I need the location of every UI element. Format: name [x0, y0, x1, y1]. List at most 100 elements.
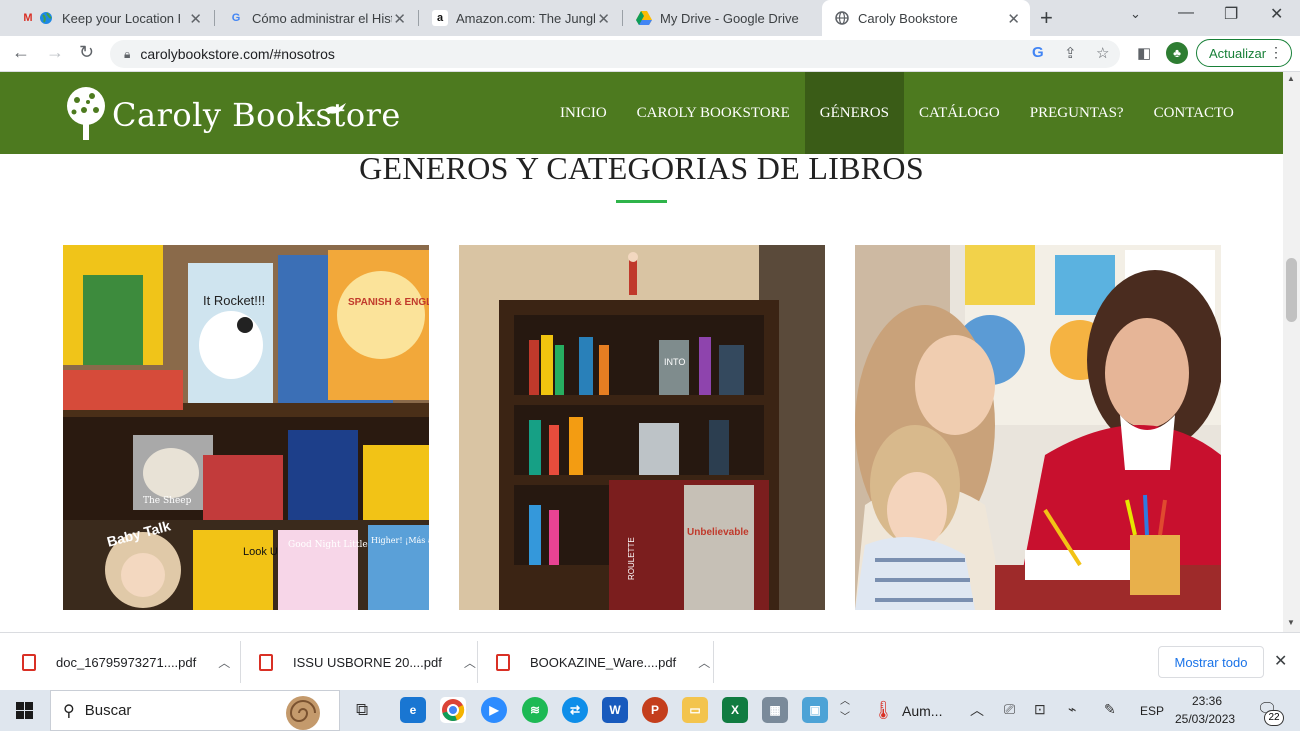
pen-icon[interactable]: ✎: [1104, 701, 1116, 718]
menu-item-contacto[interactable]: CONTACTO: [1139, 72, 1249, 154]
menu-dots-icon[interactable]: ⋮: [1269, 44, 1283, 61]
zoom-icon[interactable]: ▶: [481, 697, 507, 723]
close-window-icon[interactable]: ✕: [1270, 4, 1283, 24]
excel-icon[interactable]: X: [722, 697, 748, 723]
chevron-up-icon[interactable]: ︿: [218, 654, 230, 671]
scroll-thumb[interactable]: [1286, 258, 1297, 322]
shell-decoration-icon: [273, 693, 333, 735]
downloads-bar: doc_16795973271....pdf ︿ ISSU USBORNE 20…: [0, 632, 1300, 690]
menu-item-preguntas[interactable]: PREGUNTAS?: [1015, 72, 1139, 154]
chevron-up-icon[interactable]: ︿: [464, 654, 476, 671]
bird-icon: [324, 102, 348, 121]
update-button[interactable]: Actualizar ⋮: [1196, 39, 1292, 67]
book-label-sheep: The Sheep: [143, 496, 192, 506]
book-label-lookup: Look Up: [243, 546, 284, 558]
profile-avatar[interactable]: ♣: [1166, 42, 1188, 64]
minimize-icon[interactable]: —: [1178, 4, 1194, 22]
download-item[interactable]: BOOKAZINE_Ware....pdf ︿: [496, 641, 710, 683]
scroll-up-icon[interactable]: ▲: [1287, 74, 1295, 83]
download-item[interactable]: ISSU USBORNE 20....pdf ︿: [259, 641, 476, 683]
edge-icon[interactable]: e: [400, 697, 426, 723]
google-translate-icon[interactable]: G: [1032, 44, 1044, 61]
earth-icon: [38, 10, 54, 26]
display-icon[interactable]: ⊡: [1034, 701, 1046, 718]
close-tab-icon[interactable]: ✕: [597, 10, 610, 28]
chevron-up-icon[interactable]: ︿: [698, 654, 710, 671]
windows-start-icon[interactable]: [16, 702, 33, 724]
clock-date[interactable]: 25/03/2023: [1175, 712, 1235, 726]
book-label-roulette: ROULETTE: [627, 537, 636, 580]
clock-time[interactable]: 23:36: [1192, 694, 1222, 708]
calculator-icon[interactable]: ▦: [762, 697, 788, 723]
browser-tab-strip: M Keep your Location Hi ✕ G Cómo adminis…: [0, 0, 1300, 36]
book-label-words: SPANISH & ENGLISH WORDS: [348, 297, 429, 308]
remote-desktop-icon[interactable]: ▣: [802, 697, 828, 723]
book-label-rocket: It Rocket!!!: [203, 293, 265, 308]
google-icon: G: [231, 12, 241, 24]
teacher-and-child-image[interactable]: [855, 245, 1221, 610]
book-label-higher: Higher! ¡Más alto!: [371, 536, 429, 545]
taskbar-search-input[interactable]: ⚲ Buscar: [50, 690, 340, 731]
language-indicator[interactable]: ESP: [1140, 704, 1164, 718]
overflow-chevron-icon[interactable]: ︿ ﹀: [840, 694, 850, 726]
bookshelf-image[interactable]: INTO Unbelievable ROULETTE: [459, 245, 825, 610]
tab-search-chevron-icon[interactable]: ⌄: [1130, 6, 1141, 22]
menu-item-generos[interactable]: GÉNEROS: [804, 72, 904, 154]
spotify-icon[interactable]: ≋: [522, 697, 548, 723]
page-scrollbar[interactable]: ▲ ▼: [1283, 72, 1300, 632]
download-item[interactable]: doc_16795973271....pdf ︿: [22, 641, 230, 683]
url-text: carolybookstore.com/#nosotros: [140, 46, 335, 62]
tab-google-drive[interactable]: My Drive - Google Drive ✕: [624, 0, 824, 36]
main-menu: INICIO CAROLY BOOKSTORE GÉNEROS CATÁLOGO…: [545, 72, 1249, 154]
chrome-icon[interactable]: [440, 697, 466, 723]
close-tab-icon[interactable]: ✕: [393, 10, 406, 28]
word-icon[interactable]: W: [602, 697, 628, 723]
restore-icon[interactable]: ❐: [1224, 4, 1238, 24]
tab-gmail[interactable]: M Keep your Location Hi ✕: [8, 0, 212, 36]
lock-icon: 🔒︎: [124, 46, 131, 61]
gmail-icon: M: [23, 12, 33, 24]
close-tab-icon[interactable]: ✕: [189, 10, 202, 28]
bookmark-star-icon[interactable]: ☆: [1096, 44, 1109, 62]
reload-icon[interactable]: ↻: [79, 42, 94, 63]
powerpoint-icon[interactable]: P: [642, 697, 668, 723]
side-panel-icon[interactable]: ◧: [1137, 44, 1151, 62]
menu-item-caroly-bookstore[interactable]: CAROLY BOOKSTORE: [622, 72, 805, 154]
pdf-file-icon: [22, 653, 36, 671]
logo-text: Caroly Bookstore: [112, 96, 401, 134]
menu-item-inicio[interactable]: INICIO: [545, 72, 622, 154]
book-label-unbelievable: Unbelievable: [687, 527, 749, 538]
file-explorer-icon[interactable]: ▭: [682, 697, 708, 723]
network-icon[interactable]: ⌁: [1068, 701, 1076, 718]
search-icon: ⚲: [63, 702, 75, 720]
show-all-downloads-button[interactable]: Mostrar todo: [1158, 646, 1264, 678]
teamviewer-icon[interactable]: ⇄: [562, 697, 588, 723]
back-icon[interactable]: ←: [12, 42, 30, 63]
forward-icon[interactable]: →: [46, 42, 64, 63]
tab-caroly-bookstore[interactable]: Caroly Bookstore ✕: [822, 0, 1030, 36]
globe-icon: [834, 10, 850, 26]
close-downloads-icon[interactable]: ✕: [1274, 651, 1287, 671]
title-underline: [616, 200, 667, 203]
tab-google-history[interactable]: G Cómo administrar el Histo ✕: [216, 0, 416, 36]
tree-logo-icon: [62, 86, 110, 144]
share-icon[interactable]: ⇪: [1064, 44, 1077, 62]
menu-item-catalogo[interactable]: CATÁLOGO: [904, 72, 1015, 154]
pdf-file-icon: [496, 653, 510, 671]
address-bar[interactable]: 🔒︎ carolybookstore.com/#nosotros: [110, 40, 1120, 68]
close-tab-icon[interactable]: ✕: [1007, 10, 1020, 28]
browser-toolbar: ← → ↻ 🔒︎ carolybookstore.com/#nosotros G…: [0, 36, 1300, 72]
meet-now-icon[interactable]: ⎚: [1004, 701, 1015, 718]
new-tab-icon[interactable]: +: [1040, 5, 1053, 31]
scroll-down-icon[interactable]: ▼: [1287, 618, 1295, 627]
weather-thermometer-icon: 🌡︎: [872, 700, 895, 720]
task-view-icon[interactable]: ⧉: [356, 700, 368, 720]
tray-chevron-icon[interactable]: ︿: [970, 700, 984, 720]
site-logo[interactable]: Caroly Bookstore: [62, 86, 401, 144]
childrens-books-image[interactable]: It Rocket!!! SPANISH & ENGLISH WORDS The…: [63, 245, 429, 610]
notification-count-badge: 22: [1264, 710, 1284, 726]
tab-amazon[interactable]: a Amazon.com: The Jungle ✕: [420, 0, 620, 36]
book-label-into: INTO: [664, 357, 685, 367]
weather-text[interactable]: Aum...: [902, 703, 942, 719]
windows-taskbar: ⚲ Buscar ⧉ e ▶ ≋ ⇄ W P ▭ X ▦ ▣ ︿ ﹀ 🌡︎ Aum…: [0, 690, 1300, 731]
